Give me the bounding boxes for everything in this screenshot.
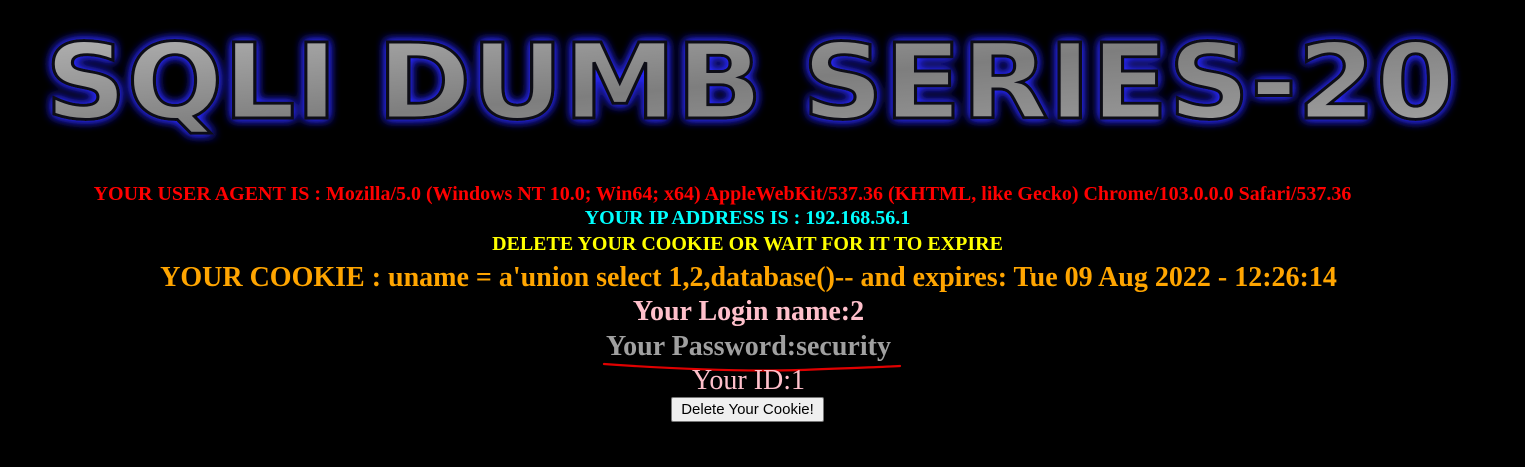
- title-banner: SQLI DUMB SERIES-20: [44, 20, 1457, 145]
- banner-title: SQLI DUMB SERIES-20: [45, 21, 1455, 143]
- delete-cookie-message: DELETE YOUR COOKIE OR WAIT FOR IT TO EXP…: [492, 233, 1003, 255]
- user-id-text: Your ID:1: [691, 365, 806, 396]
- login-name-text: Your Login name:2: [632, 296, 865, 327]
- delete-cookie-button[interactable]: Delete Your Cookie!: [671, 397, 824, 422]
- delete-cookie-form: Delete Your Cookie!: [0, 397, 1495, 422]
- user-agent-text: YOUR USER AGENT IS : Mozilla/5.0 (Window…: [93, 183, 1352, 205]
- ip-address-text: YOUR IP ADDRESS IS : 192.168.56.1: [584, 207, 911, 229]
- cookie-text: YOUR COOKIE : uname = a'union select 1,2…: [160, 262, 1337, 293]
- page: SQLI DUMB SERIES-20 YOUR USER AGENT IS :…: [0, 0, 1525, 467]
